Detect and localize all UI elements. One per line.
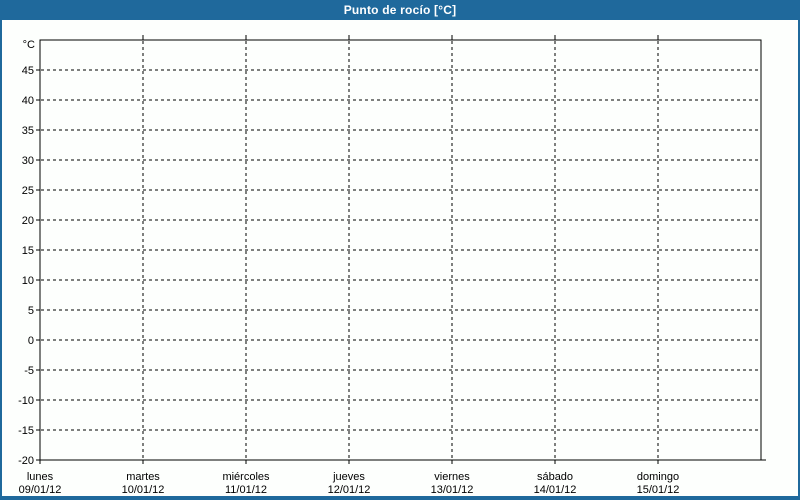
chart-title: Punto de rocío [°C] [343,3,457,17]
y-tick-label: 45 [22,65,34,77]
x-day-label: domingo [637,471,679,483]
y-axis-unit-label: °C [23,39,35,51]
y-tick-label: 10 [22,275,34,287]
y-tick-label: 5 [28,305,34,317]
x-date-label: 11/01/12 [225,484,267,496]
y-tick-label: -15 [18,425,34,437]
y-tick-label: 40 [22,95,34,107]
x-day-label: viernes [434,471,470,483]
x-day-label: miércoles [222,471,270,483]
x-day-label: lunes [27,471,54,483]
x-date-label: 13/01/12 [431,484,474,496]
y-tick-label: 15 [22,245,34,257]
y-tick-label: 25 [22,185,34,197]
x-day-label: jueves [332,471,365,483]
y-tick-label: -10 [18,395,34,407]
x-day-label: martes [126,471,160,483]
plot-border [39,39,762,461]
y-tick-label: 20 [22,215,34,227]
x-date-label: 09/01/12 [19,484,62,496]
x-date-label: 14/01/12 [534,484,577,496]
y-tick-label: -5 [24,365,34,377]
y-tick-label: 35 [22,125,34,137]
app-window: Punto de rocío [°C] °C 45 40 35 30 25 20 15 10 5 0… [0,0,800,500]
x-date-label: 10/01/12 [122,484,165,496]
x-date-label: 12/01/12 [328,484,371,496]
title-bar: Punto de rocío [°C] [2,0,798,20]
y-tick-label: 0 [28,335,34,347]
x-day-label: sábado [537,471,573,483]
y-tick-label: 30 [22,155,34,167]
y-tick-label: -20 [18,455,34,467]
x-date-label: 15/01/12 [637,484,680,496]
chart-canvas: °C 45 40 35 30 25 20 15 10 5 0 -5 -10 -15 -20 lunes09/0… [18,35,766,496]
